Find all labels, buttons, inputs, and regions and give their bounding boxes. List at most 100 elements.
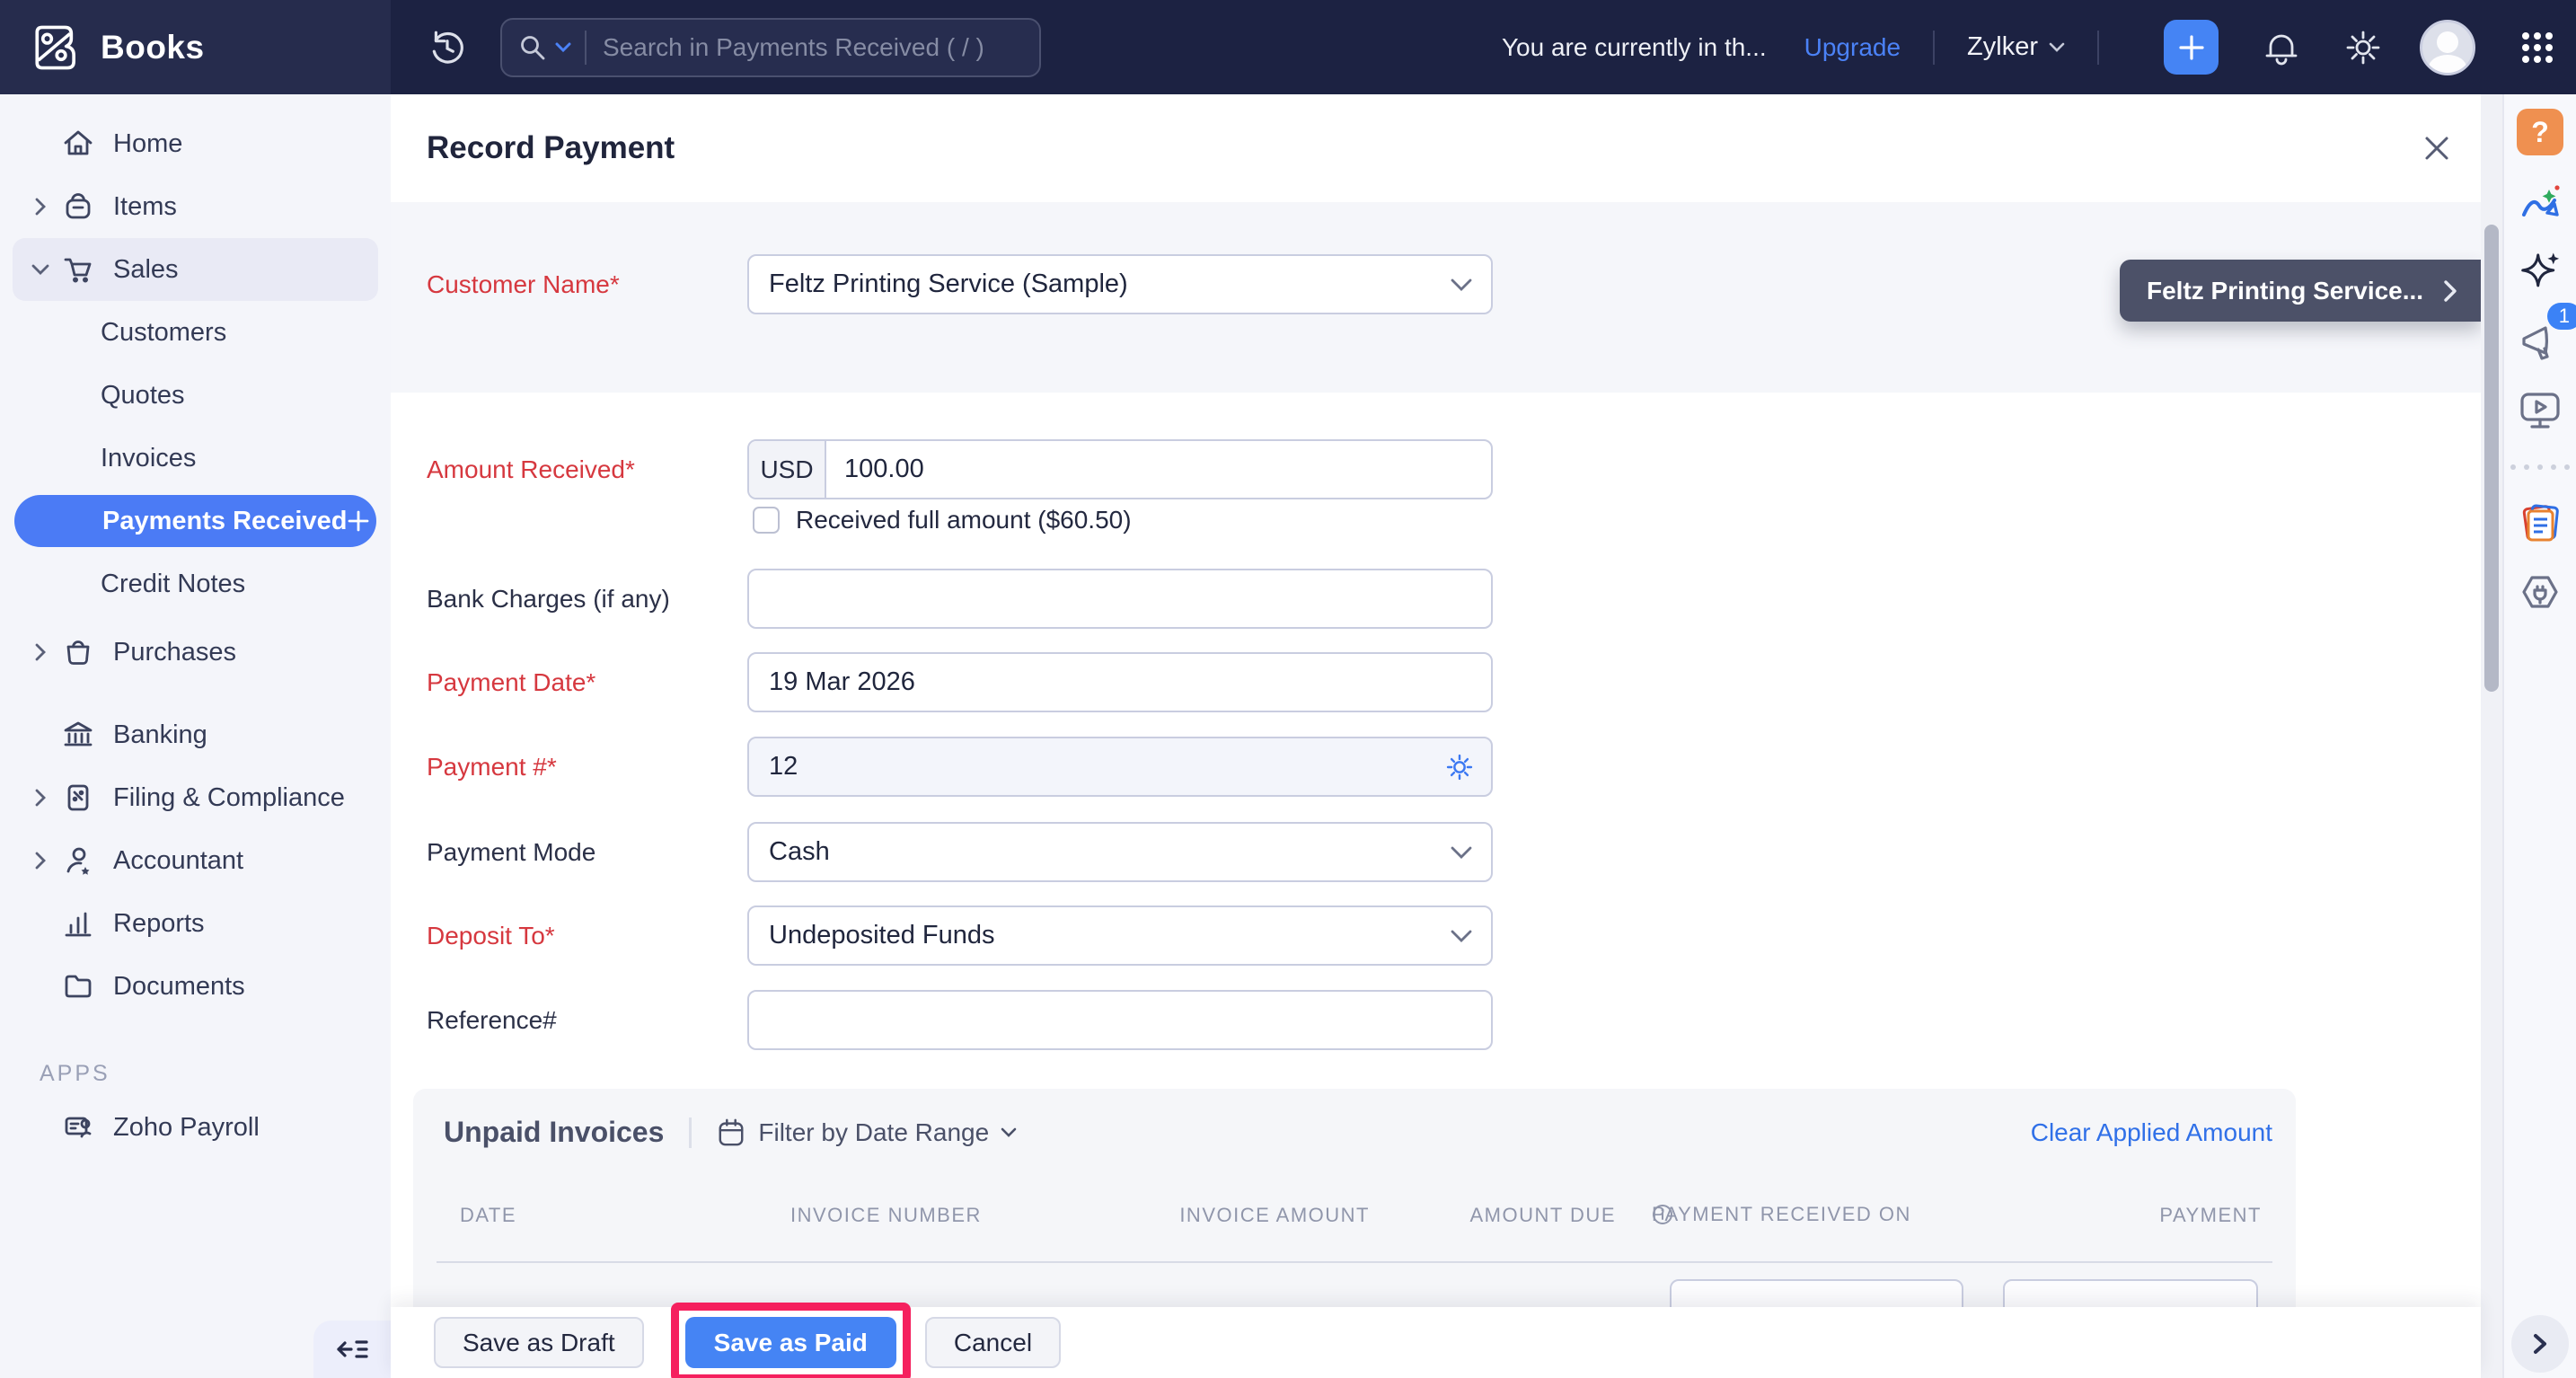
- customer-detail-flyout-button[interactable]: Feltz Printing Service...: [2120, 260, 2481, 322]
- org-switcher[interactable]: Zylker: [1967, 32, 2065, 62]
- clear-applied-amount-link[interactable]: Clear Applied Amount: [2031, 1118, 2272, 1147]
- payment-date-row: Payment Date*: [427, 652, 1493, 712]
- payment-received-on-row-input[interactable]: [1670, 1279, 1963, 1307]
- help-button[interactable]: ?: [2517, 109, 2563, 155]
- sidebar-item-banking[interactable]: Banking: [13, 703, 378, 766]
- highlight-ring: Save as Paid: [671, 1303, 911, 1378]
- customer-name-label: Customer Name*: [427, 270, 747, 299]
- right-icon-rail: ? 1: [2502, 94, 2576, 1378]
- filter-by-date-range[interactable]: Filter by Date Range: [758, 1118, 1018, 1147]
- cancel-button[interactable]: Cancel: [925, 1317, 1061, 1368]
- notifications-bell-icon[interactable]: [2263, 29, 2299, 66]
- sidebar-item-credit-notes[interactable]: Credit Notes: [13, 552, 378, 615]
- record-payment-panel: Record Payment Customer Name* Feltz Prin…: [391, 94, 2481, 1378]
- payment-row-input[interactable]: [2003, 1279, 2258, 1307]
- bank-charges-row: Bank Charges (if any): [427, 569, 1493, 629]
- sidebar-item-zoho-payroll[interactable]: Zoho Payroll: [13, 1096, 378, 1159]
- search-icon: [518, 33, 547, 62]
- collapse-sidebar-icon: [335, 1336, 369, 1363]
- payment-date-input[interactable]: [749, 654, 1491, 711]
- sidebar-item-documents[interactable]: Documents: [13, 955, 378, 1018]
- items-bag-icon: [59, 189, 97, 225]
- save-as-paid-button[interactable]: Save as Paid: [685, 1317, 896, 1368]
- unpaid-invoices-column-headers: DATE INVOICE NUMBER INVOICE AMOUNT AMOUN…: [413, 1204, 2296, 1236]
- customer-select[interactable]: Feltz Printing Service (Sample): [747, 254, 1493, 314]
- sidebar-item-sales[interactable]: Sales: [13, 238, 378, 301]
- col-payment-received-on: PAYMENT RECEIVED ON: [1652, 1204, 1673, 1225]
- amount-input[interactable]: [826, 441, 1491, 498]
- search-divider: [585, 31, 587, 65]
- save-as-draft-button[interactable]: Save as Draft: [434, 1317, 644, 1368]
- documents-folder-icon: [59, 968, 97, 1004]
- reference-label: Reference#: [427, 1006, 747, 1035]
- chevron-down-icon: [1450, 278, 1473, 292]
- sidebar-item-filing-compliance[interactable]: Filing & Compliance: [13, 766, 378, 829]
- chevron-down-icon: [1000, 1126, 1018, 1138]
- full-amount-checkbox[interactable]: [753, 507, 780, 534]
- settings-gear-icon[interactable]: [2344, 29, 2382, 66]
- whats-new-icon[interactable]: [2517, 500, 2563, 547]
- payment-mode-row: Payment Mode Cash: [427, 822, 1493, 882]
- video-tutorial-icon[interactable]: [2517, 387, 2563, 434]
- sidebar-item-quotes[interactable]: Quotes: [13, 364, 378, 427]
- table-header-divider: [437, 1261, 2272, 1263]
- amount-received-label: Amount Received*: [427, 455, 747, 484]
- sidebar-item-customers[interactable]: Customers: [13, 301, 378, 364]
- currency-code[interactable]: USD: [749, 441, 826, 498]
- search-scope-chevron-icon[interactable]: [554, 41, 572, 54]
- collapse-rail-chevron-button[interactable]: [2511, 1315, 2569, 1373]
- sidebar-item-reports[interactable]: Reports: [13, 892, 378, 955]
- unpaid-invoices-title: Unpaid Invoices: [444, 1116, 664, 1149]
- payment-number-label: Payment #*: [427, 753, 747, 782]
- refresh-icon[interactable]: [428, 29, 466, 66]
- zia-assistant-icon[interactable]: [2517, 179, 2563, 225]
- full-amount-row: Received full amount ($60.50): [753, 506, 1132, 534]
- app-grid-icon[interactable]: [2519, 29, 2556, 66]
- bank-charges-input[interactable]: [749, 570, 1491, 627]
- payment-number-field: [747, 737, 1493, 797]
- apps-section-header: APPS: [40, 1061, 391, 1087]
- reference-input[interactable]: [749, 992, 1491, 1048]
- announcements-megaphone-icon[interactable]: 1: [2517, 317, 2563, 364]
- sidebar-item-invoices[interactable]: Invoices: [13, 427, 378, 490]
- chevron-right-icon: [27, 788, 54, 808]
- quick-create-button[interactable]: [2164, 20, 2219, 75]
- upgrade-link[interactable]: Upgrade: [1804, 33, 1901, 62]
- payment-number-settings-gear-icon[interactable]: [1444, 752, 1475, 782]
- new-payment-plus-icon[interactable]: [347, 509, 370, 533]
- col-payment: PAYMENT: [2159, 1204, 2262, 1227]
- topbar-separator-2: [2097, 31, 2099, 65]
- sales-cart-icon: [59, 252, 97, 287]
- vertical-scrollbar[interactable]: [2481, 94, 2502, 1378]
- amount-input-group: USD: [747, 439, 1493, 499]
- sidebar-item-home[interactable]: Home: [13, 112, 378, 175]
- payment-number-input[interactable]: [749, 738, 1491, 795]
- payroll-card-icon: [59, 1109, 97, 1145]
- chevron-down-icon: [1450, 845, 1473, 860]
- footer-action-bar: Save as Draft Save as Paid Cancel: [391, 1307, 2481, 1378]
- global-search[interactable]: [500, 18, 1041, 77]
- smart-suggest-sparkle-icon[interactable]: [2518, 249, 2563, 294]
- sidebar-item-accountant[interactable]: Accountant: [13, 829, 378, 892]
- header-divider: [689, 1117, 692, 1148]
- deposit-to-select[interactable]: Undeposited Funds: [747, 905, 1493, 966]
- books-logo-icon: [27, 20, 83, 75]
- payment-number-row: Payment #*: [427, 737, 1493, 797]
- sidebar-item-purchases[interactable]: Purchases: [13, 621, 378, 684]
- integrations-plug-icon[interactable]: [2517, 570, 2563, 617]
- search-input[interactable]: [603, 33, 1023, 62]
- unpaid-invoices-panel: Unpaid Invoices Filter by Date Range Cle…: [413, 1089, 2296, 1307]
- col-invoice-number: INVOICE NUMBER: [790, 1204, 982, 1227]
- scrollbar-thumb[interactable]: [2484, 225, 2499, 692]
- payment-mode-select[interactable]: Cash: [747, 822, 1493, 882]
- amount-row: Amount Received* USD: [427, 439, 1493, 499]
- col-amount-due: AMOUNT DUE: [1470, 1204, 1617, 1227]
- sidebar-item-payments-received[interactable]: Payments Received: [14, 495, 376, 547]
- announcements-badge: 1: [2547, 303, 2576, 330]
- sidebar-item-items[interactable]: Items: [13, 175, 378, 238]
- bank-charges-label: Bank Charges (if any): [427, 585, 747, 614]
- collapse-sidebar-button[interactable]: [313, 1321, 391, 1378]
- close-icon[interactable]: [2420, 131, 2454, 165]
- user-avatar[interactable]: [2420, 20, 2475, 75]
- banking-icon: [59, 717, 97, 753]
